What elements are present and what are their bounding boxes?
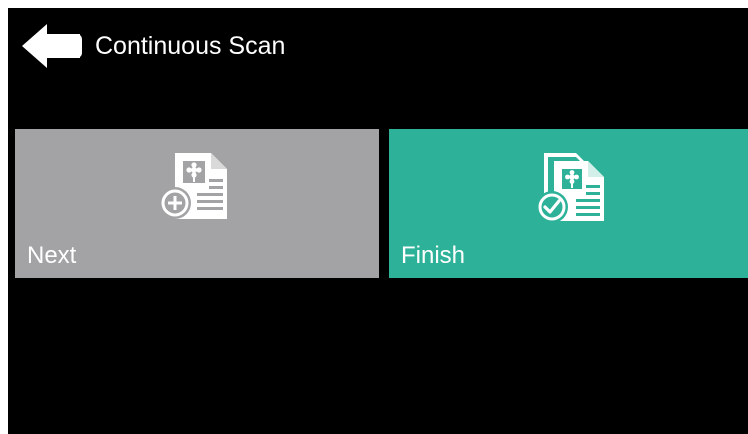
page-title: Continuous Scan [95,32,286,60]
scan-screen: Continuous Scan Next Finish [8,8,748,434]
finish-button[interactable]: Finish [389,129,748,278]
finish-label: Finish [401,242,466,269]
back-arrow-icon [22,24,84,68]
add-page-icon [157,151,237,225]
next-button[interactable]: Next [15,129,379,278]
next-label: Next [27,242,77,269]
finish-scan-icon [532,151,612,225]
back-button[interactable] [22,24,84,68]
header-bar: Continuous Scan [8,8,748,82]
